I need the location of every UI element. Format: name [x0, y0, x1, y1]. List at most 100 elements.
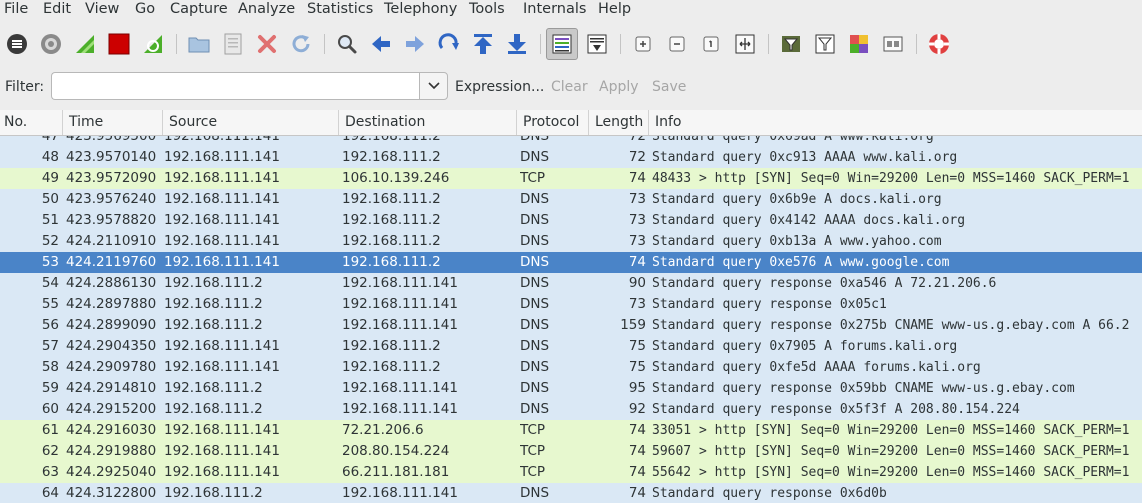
start-capture-icon[interactable] [70, 29, 100, 59]
table-row[interactable]: 52 424.2110910 192.168.111.141 192.168.111.… [0, 231, 1142, 252]
menu-view[interactable]: View [85, 1, 119, 17]
packet-time: 424.2914810 [66, 380, 157, 396]
help-icon[interactable] [924, 29, 954, 59]
packet-list[interactable]: 47 423.9569500 192.168.111.141 192.168.111.… [0, 136, 1142, 503]
packet-info: 55642 > http [SYN] Seq=0 Win=29200 Len=0… [652, 465, 1130, 480]
packet-destination: 192.168.111.141 [342, 296, 458, 312]
menu-analyze[interactable]: Analyze [238, 1, 295, 17]
packet-source: 192.168.111.141 [164, 443, 280, 459]
packet-protocol: TCP [520, 170, 546, 186]
save-file-icon[interactable] [218, 29, 248, 59]
packet-protocol: DNS [520, 401, 550, 417]
go-back-icon[interactable] [366, 29, 396, 59]
menu-telephony[interactable]: Telephony [384, 1, 457, 17]
table-row[interactable]: 50 423.9576240 192.168.111.141 192.168.111.… [0, 189, 1142, 210]
packet-source: 192.168.111.2 [164, 401, 263, 417]
menu-help[interactable]: Help [598, 1, 631, 17]
save-button[interactable]: Save [652, 79, 686, 95]
menu-edit[interactable]: Edit [43, 1, 71, 17]
table-row[interactable]: 48 423.9570140 192.168.111.141 192.168.111.… [0, 147, 1142, 168]
table-row[interactable]: 63 424.2925040 192.168.111.141 66.211.181.1… [0, 462, 1142, 483]
column-header-protocol[interactable]: Protocol [516, 110, 588, 135]
packet-destination: 192.168.111.2 [342, 254, 441, 270]
packet-source: 192.168.111.141 [164, 422, 280, 438]
menu-file[interactable]: File [4, 1, 28, 17]
restart-capture-icon[interactable] [138, 29, 168, 59]
go-to-packet-icon[interactable] [434, 29, 464, 59]
packet-protocol: DNS [520, 359, 550, 375]
column-header-time[interactable]: Time [62, 110, 162, 135]
table-row[interactable]: 59 424.2914810 192.168.111.2 192.168.111.14… [0, 378, 1142, 399]
packet-source: 192.168.111.2 [164, 296, 263, 312]
packet-destination: 192.168.111.2 [342, 233, 441, 249]
first-packet-icon[interactable] [468, 29, 498, 59]
table-row[interactable]: 58 424.2909780 192.168.111.141 192.168.111.… [0, 357, 1142, 378]
colorize-icon[interactable] [546, 28, 578, 60]
column-header-source[interactable]: Source [162, 110, 338, 135]
display-filter-input[interactable] [51, 72, 420, 100]
table-row[interactable]: 55 424.2897880 192.168.111.2 192.168.111.14… [0, 294, 1142, 315]
coloring-rules-icon[interactable] [844, 29, 874, 59]
last-packet-icon[interactable] [502, 29, 532, 59]
table-row[interactable]: 51 423.9578820 192.168.111.141 192.168.111.… [0, 210, 1142, 231]
clear-button[interactable]: Clear [551, 79, 588, 95]
column-header-no[interactable]: No. [0, 110, 62, 135]
table-row[interactable]: 57 424.2904350 192.168.111.141 192.168.111.… [0, 336, 1142, 357]
packet-source: 192.168.111.141 [164, 149, 280, 165]
resize-columns-icon[interactable] [730, 29, 760, 59]
packet-no: 60 [41, 401, 59, 417]
auto-scroll-icon[interactable] [582, 29, 612, 59]
table-row[interactable]: 61 424.2916030 192.168.111.141 72.21.206.6 T… [0, 420, 1142, 441]
packet-no: 62 [41, 443, 59, 459]
interfaces-icon[interactable] [2, 29, 32, 59]
menu-internals[interactable]: Internals [523, 1, 586, 17]
zoom-in-icon[interactable] [628, 29, 658, 59]
normal-size-icon[interactable] [696, 29, 726, 59]
zoom-out-icon[interactable] [662, 29, 692, 59]
packet-length: 72 [628, 149, 646, 165]
stop-capture-icon[interactable] [104, 29, 134, 59]
close-file-icon[interactable] [252, 29, 282, 59]
packet-destination: 192.168.111.141 [342, 485, 458, 501]
open-file-icon[interactable] [184, 29, 214, 59]
packet-length: 73 [628, 191, 646, 207]
packet-length: 75 [628, 359, 646, 375]
display-filters-icon[interactable] [810, 29, 840, 59]
table-row[interactable]: 64 424.3122800 192.168.111.2 192.168.111.14… [0, 483, 1142, 503]
menu-go[interactable]: Go [135, 1, 155, 17]
table-row[interactable]: 62 424.2919880 192.168.111.141 208.80.154.2… [0, 441, 1142, 462]
table-row-selected[interactable]: 53 424.2119760 192.168.111.141 192.168.111.… [0, 252, 1142, 273]
packet-source: 192.168.111.141 [164, 233, 280, 249]
column-header-length[interactable]: Length [588, 110, 648, 135]
packet-no: 56 [41, 317, 59, 333]
table-row[interactable]: 56 424.2899090 192.168.111.2 192.168.111.14… [0, 315, 1142, 336]
find-packet-icon[interactable] [332, 29, 362, 59]
packet-time: 424.2899090 [66, 317, 157, 333]
packet-source: 192.168.111.141 [164, 464, 280, 480]
capture-filters-icon[interactable] [776, 29, 806, 59]
preferences-icon[interactable] [878, 29, 908, 59]
packet-length: 75 [628, 338, 646, 354]
menu-tools[interactable]: Tools [469, 1, 505, 17]
menu-capture[interactable]: Capture [170, 1, 228, 17]
packet-destination: 192.168.111.2 [342, 338, 441, 354]
go-forward-icon[interactable] [400, 29, 430, 59]
column-header-info[interactable]: Info [648, 110, 1142, 135]
packet-protocol: DNS [520, 212, 550, 228]
toolbar-separator [540, 34, 541, 54]
menu-statistics[interactable]: Statistics [307, 1, 373, 17]
filter-dropdown-button[interactable] [419, 72, 448, 100]
packet-destination: 192.168.111.2 [342, 359, 441, 375]
table-row[interactable]: 60 424.2915200 192.168.111.2 192.168.111.14… [0, 399, 1142, 420]
packet-protocol: DNS [520, 380, 550, 396]
options-icon[interactable] [36, 29, 66, 59]
column-header-destination[interactable]: Destination [338, 110, 516, 135]
apply-button[interactable]: Apply [599, 79, 639, 95]
packet-info: Standard query 0x69ad A www.kali.org [652, 136, 934, 144]
table-row[interactable]: 47 423.9569500 192.168.111.141 192.168.111.… [0, 136, 1142, 147]
reload-icon[interactable] [286, 29, 316, 59]
expression-button[interactable]: Expression... [455, 79, 544, 95]
table-row[interactable]: 49 423.9572090 192.168.111.141 106.10.139.2… [0, 168, 1142, 189]
packet-length: 74 [628, 254, 646, 270]
table-row[interactable]: 54 424.2886130 192.168.111.2 192.168.111.14… [0, 273, 1142, 294]
